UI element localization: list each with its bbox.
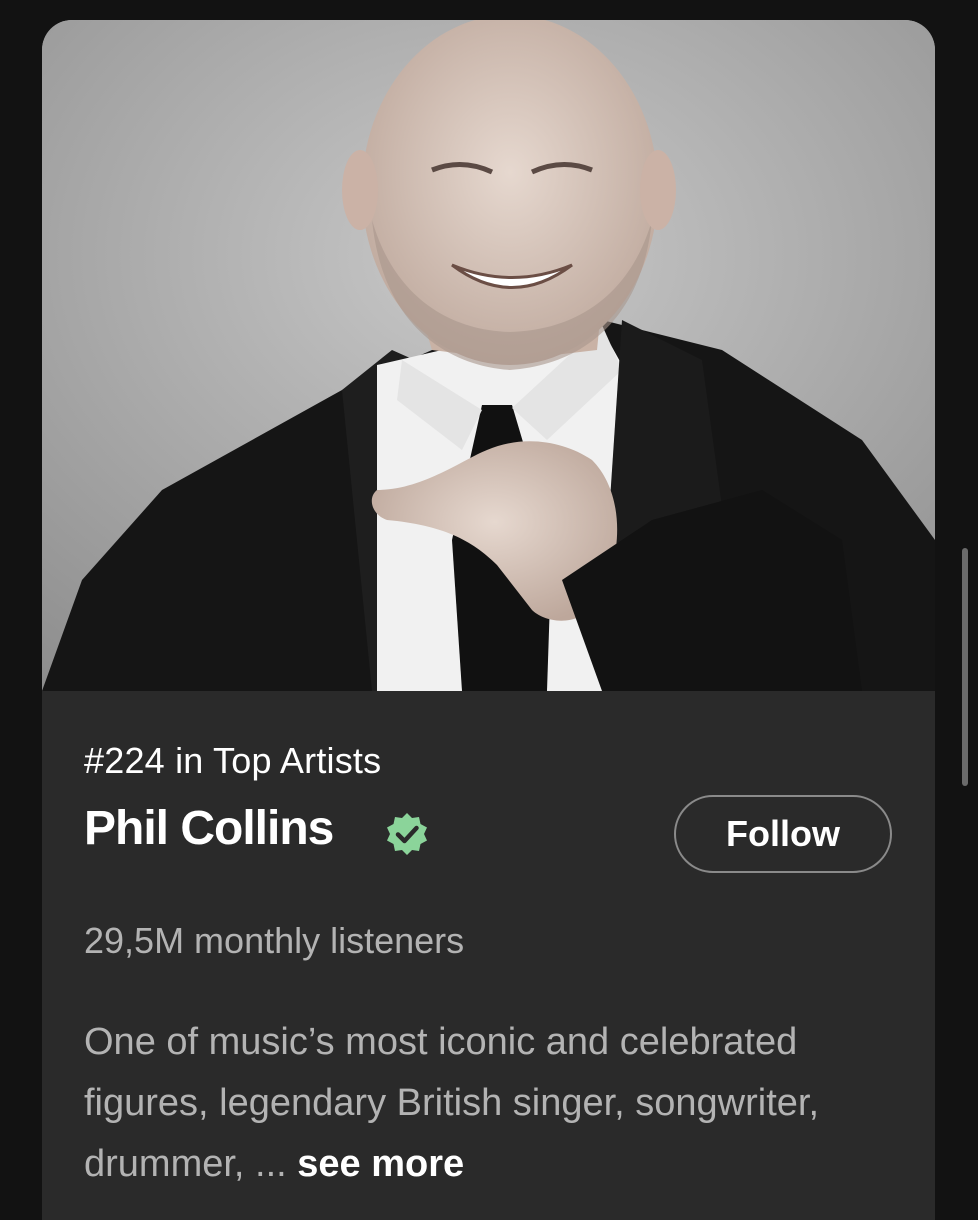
see-more-link[interactable]: see more	[297, 1143, 464, 1185]
artist-photo	[42, 20, 935, 691]
rank-label: #224 in Top Artists	[84, 740, 382, 781]
name-row: Phil Collins Follow	[84, 795, 896, 885]
artist-name: Phil Collins	[84, 802, 334, 855]
scrollbar[interactable]	[962, 548, 968, 786]
artist-bio: One of music’s most iconic and celebrate…	[84, 1012, 904, 1195]
artist-info: #224 in Top Artists Phil Collins Follow …	[84, 740, 904, 1185]
verified-badge-icon	[387, 813, 427, 855]
follow-button[interactable]: Follow	[674, 795, 892, 873]
monthly-listeners: 29,5M monthly listeners	[84, 920, 465, 961]
artist-card: #224 in Top Artists Phil Collins Follow …	[42, 20, 935, 1220]
